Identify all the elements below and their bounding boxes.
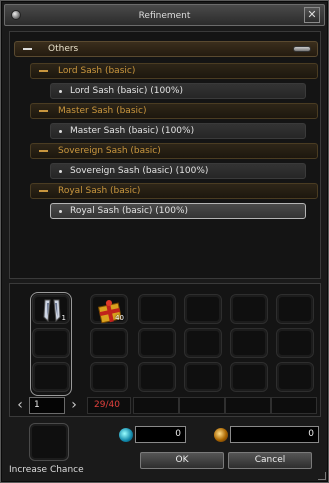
- empty-cell: [271, 397, 317, 414]
- slot-4-1[interactable]: [184, 294, 222, 324]
- slot-2-3[interactable]: [90, 362, 128, 392]
- title-bar[interactable]: Refinement ✕: [4, 4, 325, 26]
- category-label: Master Sash (basic): [58, 106, 147, 116]
- slot-5-3[interactable]: [230, 362, 268, 392]
- tree-item-royal-sash[interactable]: Royal Sash (basic) (100%): [50, 203, 306, 219]
- tree-item-sovereign-sash[interactable]: Sovereign Sash (basic) (100%): [50, 163, 306, 179]
- tree-item-lord-sash[interactable]: Lord Sash (basic) (100%): [50, 83, 306, 99]
- category-label: Royal Sash (basic): [58, 186, 141, 196]
- bullet-icon: [59, 129, 62, 133]
- tree-root-others[interactable]: Others: [14, 41, 318, 57]
- collapse-icon: [39, 190, 48, 192]
- tree-root-label: Others: [48, 44, 79, 54]
- tree-category-master-sash[interactable]: Master Sash (basic): [30, 103, 318, 119]
- slot-1-1[interactable]: 1: [32, 294, 70, 324]
- bullet-icon: [59, 89, 62, 93]
- collapse-icon: [23, 48, 32, 50]
- collapse-icon: [39, 110, 48, 112]
- tree-item-master-sash[interactable]: Master Sash (basic) (100%): [50, 123, 306, 139]
- increase-chance-label: Increase Chance: [9, 465, 84, 475]
- category-label: Sovereign Sash (basic): [58, 146, 161, 156]
- slot-6-1[interactable]: [276, 294, 314, 324]
- empty-cell: [225, 397, 271, 414]
- item-label: Lord Sash (basic) (100%): [70, 86, 183, 96]
- ok-button[interactable]: OK: [140, 452, 224, 469]
- item-label: Master Sash (basic) (100%): [70, 126, 195, 136]
- slot-2-1[interactable]: 40: [90, 294, 128, 324]
- tree-category-lord-sash[interactable]: Lord Sash (basic): [30, 63, 318, 79]
- slot-6-2[interactable]: [276, 328, 314, 358]
- category-label: Lord Sash (basic): [58, 66, 136, 76]
- close-button[interactable]: ✕: [304, 7, 320, 23]
- refinement-window: Refinement ✕ Others Lord Sash (basic) Lo…: [0, 0, 329, 483]
- item-label: Royal Sash (basic) (100%): [70, 206, 189, 216]
- page-number-field[interactable]: 1: [29, 397, 65, 414]
- slot-1-3[interactable]: [32, 362, 70, 392]
- slot-count: 1: [61, 314, 66, 322]
- empty-cell: [133, 397, 179, 414]
- gem-icon: [119, 428, 133, 442]
- slot-4-3[interactable]: [184, 362, 222, 392]
- slot-count: 40: [115, 314, 124, 322]
- cancel-button[interactable]: Cancel: [228, 452, 312, 469]
- collapse-icon: [39, 70, 48, 72]
- slot-5-1[interactable]: [230, 294, 268, 324]
- prev-page-chevron-left-icon[interactable]: ‹: [13, 397, 27, 413]
- collapse-icon: [39, 150, 48, 152]
- slot-3-2[interactable]: [138, 328, 176, 358]
- item-label: Sovereign Sash (basic) (100%): [70, 166, 209, 176]
- resize-grip[interactable]: [318, 472, 326, 480]
- increase-chance-slot[interactable]: [29, 423, 69, 461]
- zen-cost-field: 0: [230, 426, 319, 443]
- scroll-thumb[interactable]: [293, 46, 311, 52]
- pager: ‹ 1 › 29/40: [9, 397, 321, 415]
- slot-5-2[interactable]: [230, 328, 268, 358]
- slot-6-3[interactable]: [276, 362, 314, 392]
- slot-1-2[interactable]: [32, 328, 70, 358]
- gem-cost-field: 0: [135, 426, 186, 443]
- slot-3-1[interactable]: [138, 294, 176, 324]
- slot-3-3[interactable]: [138, 362, 176, 392]
- empty-cell: [179, 397, 225, 414]
- bullet-icon: [59, 169, 62, 173]
- item-count-display: 29/40: [87, 397, 131, 414]
- next-page-chevron-right-icon[interactable]: ›: [67, 397, 81, 413]
- slot-4-2[interactable]: [184, 328, 222, 358]
- zen-coin-icon: [214, 428, 228, 442]
- bullet-icon: [59, 209, 62, 213]
- window-title: Refinement: [138, 11, 191, 21]
- tree-category-sovereign-sash[interactable]: Sovereign Sash (basic): [30, 143, 318, 159]
- recipe-tree: Others Lord Sash (basic) Lord Sash (basi…: [9, 31, 321, 279]
- slot-2-2[interactable]: [90, 328, 128, 358]
- tree-category-royal-sash[interactable]: Royal Sash (basic): [30, 183, 318, 199]
